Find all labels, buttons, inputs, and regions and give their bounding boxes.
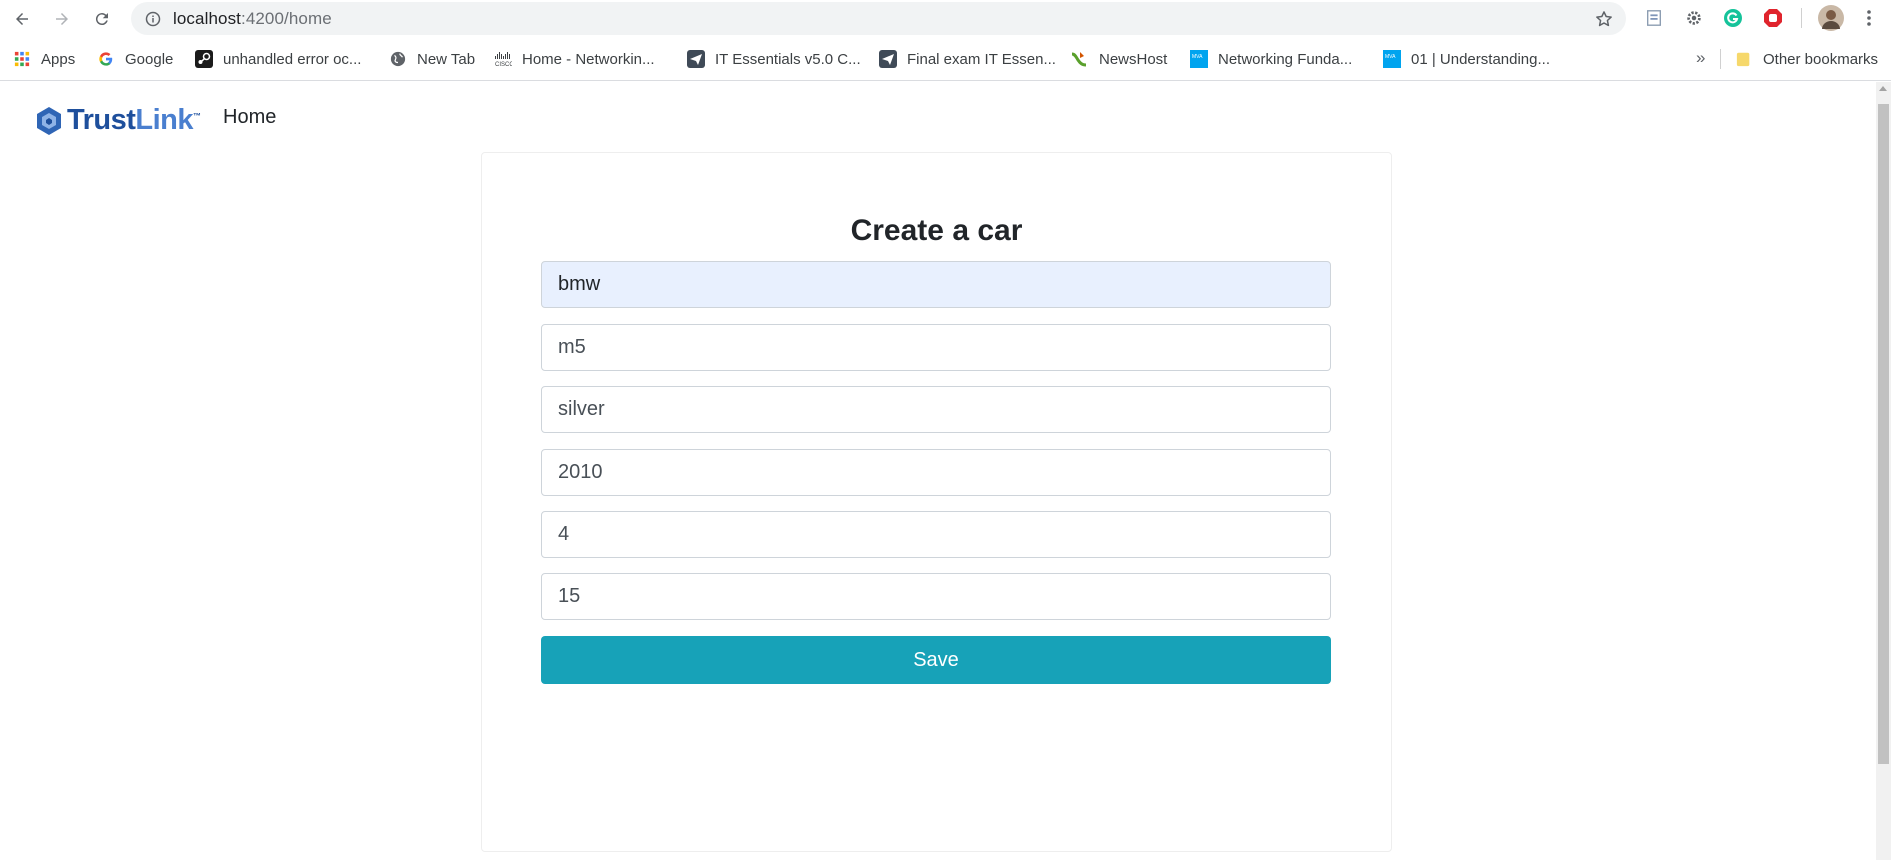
url-path: :4200/home bbox=[241, 8, 332, 28]
bookmark-label: New Tab bbox=[417, 50, 476, 68]
mva-icon: MVA bbox=[1190, 50, 1208, 68]
bookmark-label: 01 | Understanding... bbox=[1411, 50, 1550, 68]
doors-input[interactable] bbox=[541, 511, 1331, 558]
page-content: TrustLink™ Home Create a car Save bbox=[0, 82, 1871, 860]
brand-trademark: ™ bbox=[193, 111, 201, 121]
arrow-right-icon bbox=[56, 13, 68, 25]
scroll-up-arrow-icon[interactable] bbox=[1879, 86, 1887, 91]
browser-toolbar: localhost:4200/home bbox=[0, 0, 1891, 37]
bookmark-label: Home - Networkin... bbox=[522, 50, 655, 68]
forward-button[interactable] bbox=[47, 4, 77, 34]
steam-icon bbox=[195, 50, 213, 68]
google-icon bbox=[97, 50, 115, 68]
other-bookmarks-label: Other bookmarks bbox=[1763, 50, 1879, 68]
bookmark-unhandled-error[interactable]: unhandled error oc... bbox=[195, 49, 361, 69]
save-button[interactable]: Save bbox=[541, 636, 1331, 684]
bookmark-label: Final exam IT Essen... bbox=[907, 50, 1056, 68]
extension-gear-icon[interactable] bbox=[1683, 7, 1705, 29]
color-input[interactable] bbox=[541, 386, 1331, 433]
form-title: Create a car bbox=[850, 214, 1023, 247]
bookmarks-bar: Apps Google unhandled error oc... New Ta… bbox=[0, 37, 1891, 81]
toolbar-divider bbox=[1801, 8, 1802, 28]
bookmark-final-exam[interactable]: Final exam IT Essen... bbox=[879, 49, 1056, 69]
create-car-form: Create a car Save bbox=[481, 152, 1392, 852]
brand-link: Link bbox=[135, 104, 194, 136]
cisco-icon: CISCO bbox=[494, 50, 512, 68]
trustlink-logo-icon bbox=[37, 106, 61, 135]
grammarly-icon[interactable] bbox=[1722, 7, 1744, 29]
newshost-icon bbox=[1071, 50, 1089, 68]
extension-page-icon[interactable] bbox=[1643, 7, 1665, 29]
bookmark-understanding[interactable]: MVA 01 | Understanding... bbox=[1383, 49, 1550, 69]
page-scrollbar[interactable] bbox=[1876, 82, 1891, 860]
url-host: localhost bbox=[173, 8, 241, 28]
bookmark-new-tab[interactable]: New Tab bbox=[389, 49, 475, 69]
adblock-icon[interactable] bbox=[1762, 7, 1784, 29]
nav-home-link[interactable]: Home bbox=[223, 106, 276, 129]
bookmark-it-essentials[interactable]: IT Essentials v5.0 C... bbox=[687, 49, 861, 69]
arrow-left-icon bbox=[16, 13, 28, 25]
bookmark-label: Apps bbox=[41, 50, 76, 68]
number-input[interactable] bbox=[541, 573, 1331, 620]
bookmarks-divider bbox=[1720, 49, 1721, 69]
bookmark-star-icon[interactable] bbox=[1594, 9, 1614, 29]
chrome-menu-icon[interactable] bbox=[1858, 7, 1880, 29]
brand-logo[interactable]: TrustLink™ bbox=[33, 104, 201, 137]
bookmark-home-networking[interactable]: CISCO Home - Networkin... bbox=[494, 49, 655, 69]
send-icon bbox=[879, 50, 897, 68]
other-bookmarks-folder[interactable]: Other bookmarks bbox=[1735, 49, 1878, 69]
bookmark-label: unhandled error oc... bbox=[223, 50, 362, 68]
svg-text:MVA: MVA bbox=[1385, 54, 1396, 60]
bookmark-apps[interactable]: Apps bbox=[13, 49, 75, 69]
profile-avatar[interactable] bbox=[1818, 5, 1844, 31]
mva-icon: MVA bbox=[1383, 50, 1401, 68]
bookmark-google[interactable]: Google bbox=[97, 49, 173, 69]
make-input[interactable] bbox=[541, 261, 1331, 308]
back-button[interactable] bbox=[7, 4, 37, 34]
info-icon[interactable] bbox=[145, 11, 161, 27]
bookmark-label: Google bbox=[125, 50, 174, 68]
apps-grid-icon bbox=[13, 50, 31, 68]
scrollbar-thumb[interactable] bbox=[1878, 104, 1889, 764]
reload-button[interactable] bbox=[87, 4, 117, 34]
model-input[interactable] bbox=[541, 324, 1331, 371]
address-bar[interactable]: localhost:4200/home bbox=[131, 2, 1626, 35]
bookmark-label: IT Essentials v5.0 C... bbox=[715, 50, 861, 68]
bookmark-label: Networking Funda... bbox=[1218, 50, 1353, 68]
folder-icon bbox=[1735, 50, 1753, 68]
send-icon bbox=[687, 50, 705, 68]
bookmark-networking-funda[interactable]: MVA Networking Funda... bbox=[1190, 49, 1352, 69]
brand-trust: Trust bbox=[67, 104, 136, 136]
year-input[interactable] bbox=[541, 449, 1331, 496]
url-text[interactable]: localhost:4200/home bbox=[173, 9, 332, 29]
bookmark-label: NewsHost bbox=[1099, 50, 1168, 68]
globe-icon bbox=[389, 50, 407, 68]
brand-name: TrustLink™ bbox=[67, 104, 201, 137]
reload-icon bbox=[95, 13, 108, 26]
bookmark-newshost[interactable]: NewsHost bbox=[1071, 49, 1167, 69]
svg-text:MVA: MVA bbox=[1192, 54, 1203, 60]
svg-text:CISCO: CISCO bbox=[495, 62, 512, 68]
more-bookmarks-button[interactable]: » bbox=[1696, 48, 1705, 68]
